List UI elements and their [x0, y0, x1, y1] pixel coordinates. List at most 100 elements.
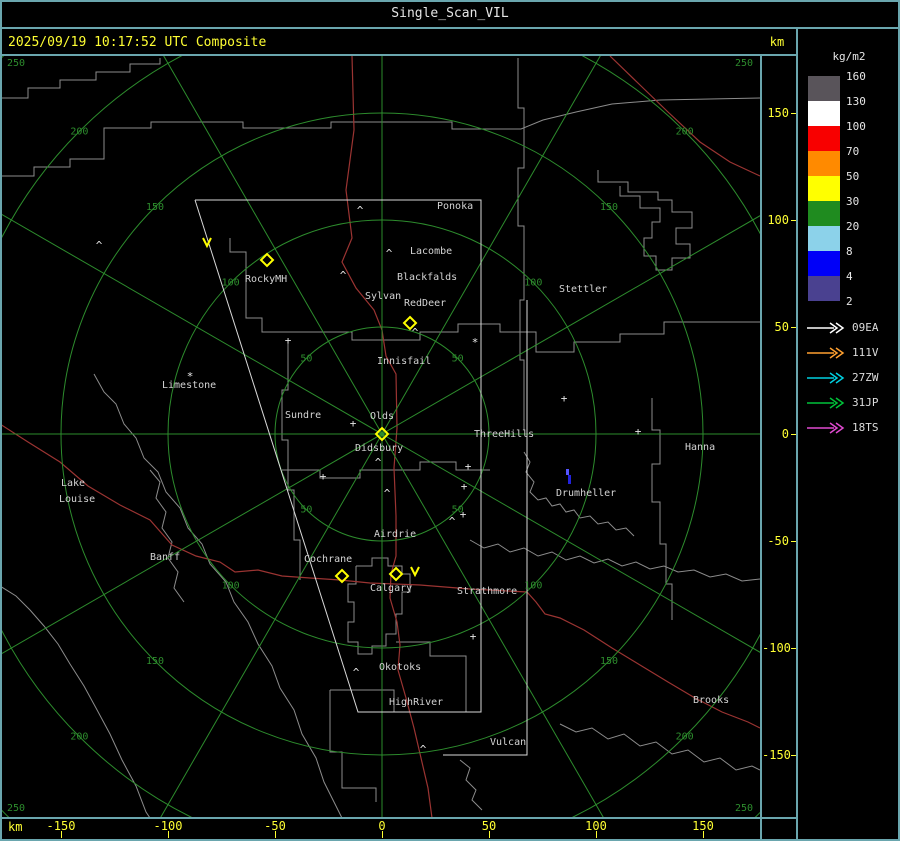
county-boundary [282, 461, 490, 479]
town-marker: ^ [412, 326, 419, 339]
county-boundary [597, 170, 693, 271]
scale-color-swatch [808, 276, 840, 301]
ring-distance-label: 50 [452, 353, 464, 364]
window-title: Single_Scan_VIL [391, 6, 509, 21]
city-label: Innisfail [377, 356, 431, 367]
vil-echo [568, 475, 571, 484]
town-marker: ^ [449, 515, 456, 528]
city-label: Sylvan [365, 291, 401, 302]
town-marker: + [320, 470, 327, 483]
ring-distance-label: 200 [676, 732, 694, 743]
bottom-axis-tick [382, 831, 383, 838]
county-boundary [559, 723, 761, 771]
bottom-axis-tick [489, 831, 490, 838]
station-arrow-icon [807, 322, 845, 334]
city-label: Olds [370, 411, 394, 422]
right-axis-tick [791, 541, 796, 542]
frame-title-bottom [0, 27, 900, 29]
right-axis-tick [791, 220, 796, 221]
town-marker: ^ [375, 456, 382, 469]
radar-center-dot [381, 433, 384, 436]
county-boundary [469, 539, 761, 582]
bottom-axis: km -150 -100 -50 0 50 100 150 [0, 818, 761, 841]
town-marker: * [472, 336, 479, 349]
scale-color-swatch [808, 176, 840, 201]
station-legend-row: 18TS [806, 421, 900, 435]
county-boundary [281, 340, 301, 580]
station-legend-row: 09EA [806, 321, 900, 335]
city-label: Hanna [685, 442, 715, 453]
city-label: Sundre [285, 410, 321, 421]
scale-tick-label: 4 [846, 270, 853, 283]
station-arrow-icon [807, 422, 845, 434]
right-axis-tick [791, 648, 796, 649]
ring-distance-label: 50 [300, 353, 312, 364]
station-id-label: 111V [852, 346, 879, 359]
bottom-axis-tick [61, 831, 62, 838]
station-id-label: 27ZW [852, 371, 879, 384]
scan-sector-outline [443, 300, 528, 756]
ring-distance-label: 250 [7, 803, 25, 814]
ring-distance-label: 100 [222, 278, 240, 289]
map-canvas: 50 50 50 50 100 100 100 100 150 150 150 150 200 200 20… [0, 0, 900, 841]
bottom-axis-tick [168, 831, 169, 838]
city-label: Brooks [693, 695, 729, 706]
radar-map: 50 5050 50100 100100 100150 150150 150200 20020… [0, 0, 900, 841]
town-marker: ^ [384, 487, 391, 500]
right-axis-tick-label: 100 [767, 213, 789, 227]
city-label: Ponoka [437, 201, 473, 212]
scale-color-swatch [808, 151, 840, 176]
county-boundary [229, 238, 760, 353]
scale-color-swatch [808, 126, 840, 151]
right-axis-tick [791, 113, 796, 114]
city-label: Strathmore [457, 586, 517, 597]
scale-color-swatch [808, 251, 840, 276]
scale-tick-label: 8 [846, 245, 853, 258]
ring-distance-label: 50 [300, 505, 312, 516]
ring-distance-label: 100 [222, 580, 240, 591]
town-marker: + [285, 334, 292, 347]
town-marker: ^ [340, 269, 347, 282]
right-axis-unit-label: km [769, 35, 785, 49]
town-marker: + [635, 425, 642, 438]
ring-distance-label: 150 [146, 656, 164, 667]
ring-distance-label: 150 [600, 202, 618, 213]
vil-echo [566, 469, 569, 475]
station-legend-row: 27ZW [806, 371, 900, 385]
scale-tick-label: 30 [846, 195, 860, 208]
town-marker: ^ [96, 239, 103, 252]
county-boundary [93, 373, 343, 819]
radar-app-window: Single_Scan_VIL 2025/09/19 10:17:52 UTC … [0, 0, 900, 841]
right-axis: 150 100 50 0 -50 -100 -150 [762, 56, 797, 818]
city-label: Didsbury [355, 443, 403, 454]
city-label: Drumheller [556, 488, 616, 499]
city-label: HighRiver [389, 697, 443, 708]
ring-distance-label: 200 [70, 732, 88, 743]
city-label: ThreeHills [474, 429, 534, 440]
sidebar-legend: kg/m2 160 130 100 70 50 30 20 8 4 2 09EA 111V 27ZW 3… [798, 30, 900, 841]
scale-color-swatch [808, 226, 840, 251]
scale-color-swatch [808, 101, 840, 126]
bottom-axis-tick [596, 831, 597, 838]
scale-tick-label: 130 [846, 95, 866, 108]
county-boundary [149, 469, 185, 603]
station-arrow-icon [807, 347, 845, 359]
right-axis-tick-label: 50 [774, 320, 789, 334]
town-marker: + [460, 508, 467, 521]
scale-tick-label: 100 [846, 120, 866, 133]
county-boundary [651, 398, 673, 620]
city-label: RockyMH [245, 274, 287, 285]
county-boundary [0, 58, 161, 99]
radial-line [146, 0, 634, 841]
county-boundary [0, 585, 151, 819]
city-label: Calgary [370, 583, 412, 594]
ring-distance-label: 100 [524, 278, 542, 289]
station-id-label: 18TS [852, 421, 879, 434]
county-boundary [329, 690, 377, 802]
city-label: Cochrane [304, 554, 352, 565]
bottom-axis-tick [703, 831, 704, 838]
scale-color-swatch [808, 76, 840, 101]
city-label: Airdrie [374, 529, 416, 540]
town-marker: + [461, 480, 468, 493]
right-axis-tick [791, 327, 796, 328]
